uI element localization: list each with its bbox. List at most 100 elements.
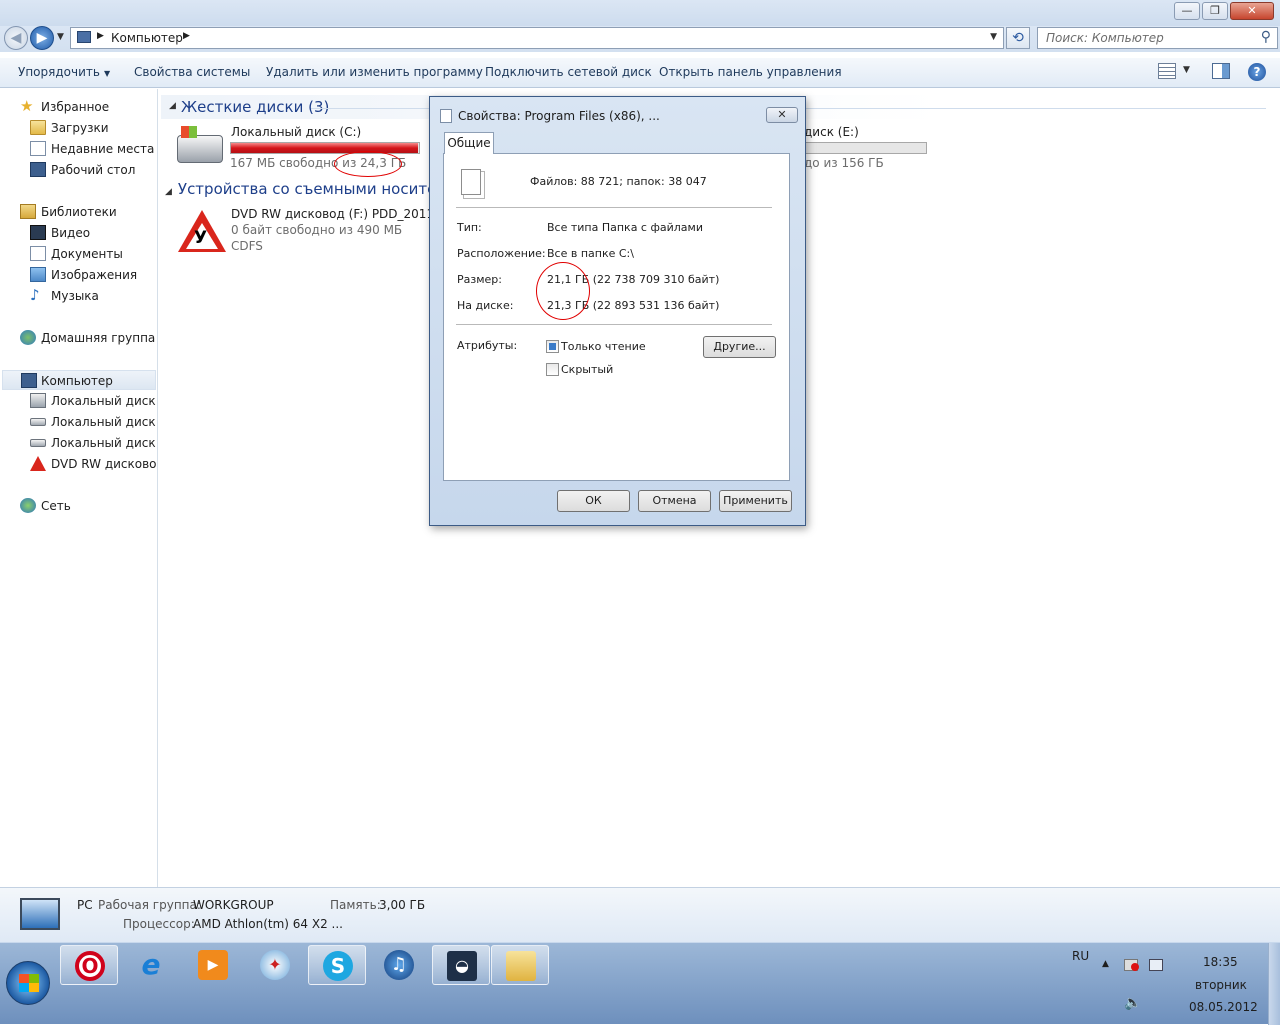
sidebar-item-dvd[interactable]: DVD RW дисковод ( <box>30 454 157 474</box>
clock-time[interactable]: 18:35 <box>1203 955 1238 969</box>
taskbar-app-media[interactable]: ▶ <box>184 945 242 985</box>
taskbar-app-skype[interactable]: S <box>308 945 366 985</box>
sidebar-item-desktop[interactable]: Рабочий стол <box>30 160 155 180</box>
network-status-icon[interactable] <box>1149 959 1163 971</box>
computer-name: PC <box>77 898 93 912</box>
maximize-button[interactable]: ❐ <box>1202 2 1228 20</box>
sidebar-item-label: Документы <box>51 247 123 261</box>
taskbar-app-ie[interactable]: e <box>122 945 180 985</box>
collapse-icon[interactable]: ◢ <box>169 101 176 111</box>
dvd-drive-name[interactable]: DVD RW дисковод (F:) PDD_2011 <box>231 207 434 221</box>
search-icon[interactable]: ⚲ <box>1261 29 1271 45</box>
workgroup-value: WORKGROUP <box>193 898 274 912</box>
dvd-free-space: 0 байт свободно из 490 МБ <box>231 223 403 237</box>
group-header-removable[interactable]: ◢ Устройства со съемными носителям <box>165 180 466 198</box>
help-icon[interactable]: ? <box>1248 63 1266 81</box>
hidden-checkbox[interactable] <box>546 363 559 376</box>
address-row: ◀ ▶ ▼ ▶ Компьютер ▶ ▼ ⟲ Поиск: Компьютер… <box>0 26 1280 52</box>
clock-date[interactable]: 08.05.2012 <box>1189 1000 1258 1014</box>
skype-icon: S <box>323 951 353 981</box>
sidebar-item-homegroup[interactable]: Домашняя группа <box>20 328 155 348</box>
dvd-icon-letter: У <box>194 228 208 248</box>
history-dropdown-icon[interactable]: ▼ <box>57 32 64 42</box>
sidebar-item-disk-d[interactable]: Локальный диск (D <box>30 412 157 432</box>
sidebar-item-computer[interactable]: Компьютер <box>2 370 156 390</box>
readonly-label[interactable]: Только чтение <box>561 340 646 353</box>
sidebar-item-video[interactable]: Видео <box>30 223 155 243</box>
refresh-button[interactable]: ⟲ <box>1006 27 1030 49</box>
minimize-button[interactable]: — <box>1174 2 1200 20</box>
taskbar-app-opera[interactable]: O <box>60 945 118 985</box>
preview-pane-icon[interactable] <box>1212 63 1230 79</box>
map-network-drive-button[interactable]: Подключить сетевой диск <box>485 65 652 79</box>
recent-places-icon <box>30 141 46 156</box>
uninstall-program-button[interactable]: Удалить или изменить программу <box>266 65 483 79</box>
sidebar-item-libraries[interactable]: Библиотеки <box>20 202 155 222</box>
video-icon <box>30 225 46 240</box>
chevron-down-icon[interactable]: ▼ <box>1183 65 1190 75</box>
drive-c-name[interactable]: Локальный диск (C:) <box>231 125 361 139</box>
sidebar-item-label: Локальный диск (C <box>51 394 157 408</box>
taskbar-app-safari[interactable]: ✦ <box>246 945 304 985</box>
sidebar-item-label: Компьютер <box>41 374 113 388</box>
chevron-down-icon[interactable]: ▼ <box>990 32 997 42</box>
taskbar-app-itunes[interactable]: ♫ <box>370 945 428 985</box>
sidebar-item-label: Локальный диск (D <box>51 415 157 429</box>
open-control-panel-button[interactable]: Открыть панель управления <box>659 65 842 79</box>
size-label: Размер: <box>457 273 502 286</box>
sidebar-item-network[interactable]: Сеть <box>20 496 155 516</box>
search-input[interactable]: Поиск: Компьютер ⚲ <box>1037 27 1278 49</box>
music-note-icon: ♪ <box>30 286 40 304</box>
breadcrumb[interactable]: Компьютер <box>111 31 183 45</box>
action-center-warning-icon[interactable] <box>1124 959 1139 971</box>
drive-e-name[interactable]: диск (E:) <box>804 125 859 139</box>
sidebar-item-label: Изображения <box>51 268 138 282</box>
chevron-right-icon[interactable]: ▶ <box>183 31 190 41</box>
dialog-close-button[interactable]: ✕ <box>766 107 798 123</box>
sidebar-item-documents[interactable]: Документы <box>30 244 155 264</box>
tab-general[interactable]: Общие <box>444 132 494 154</box>
sidebar-item-images[interactable]: Изображения <box>30 265 155 285</box>
organize-button[interactable]: Упорядочить ▼ <box>18 65 110 79</box>
collapse-icon[interactable]: ◢ <box>165 187 172 197</box>
ok-button[interactable]: ОК <box>557 490 630 512</box>
cancel-button[interactable]: Отмена <box>638 490 711 512</box>
sidebar-item-label: Избранное <box>41 100 110 114</box>
taskbar-app-generic[interactable]: ◒ <box>432 945 490 985</box>
sidebar-item-label: Локальный диск (E: <box>51 436 157 450</box>
readonly-checkbox[interactable] <box>546 340 559 353</box>
details-pane: PC Рабочая группа: WORKGROUP Память: 3,0… <box>0 887 1280 942</box>
sidebar-item-recent[interactable]: Недавние места <box>30 139 155 159</box>
address-bar[interactable]: ▶ Компьютер ▶ ▼ <box>70 27 1004 49</box>
forward-button[interactable]: ▶ <box>30 26 54 50</box>
explorer-folder-icon <box>506 951 536 981</box>
sidebar-item-music[interactable]: ♪ Музыка <box>30 286 155 306</box>
network-icon <box>20 498 36 513</box>
sidebar-item-downloads[interactable]: Загрузки <box>30 118 155 138</box>
internet-explorer-icon: e <box>141 948 161 981</box>
volume-icon[interactable]: 🔈 <box>1124 995 1141 1011</box>
chevron-right-icon[interactable]: ▶ <box>97 31 104 41</box>
system-drive-icon[interactable] <box>177 126 223 163</box>
start-button[interactable] <box>6 961 50 1005</box>
system-properties-button[interactable]: Свойства системы <box>134 65 250 79</box>
advanced-attributes-button[interactable]: Другие... <box>703 336 776 358</box>
navigation-pane: ★ Избранное Загрузки Недавние места Рабоч… <box>0 89 158 887</box>
sidebar-item-label: Домашняя группа <box>41 331 155 345</box>
sidebar-item-disk-c[interactable]: Локальный диск (C <box>30 391 157 411</box>
hidden-label[interactable]: Скрытый <box>561 363 613 376</box>
back-button[interactable]: ◀ <box>4 26 28 50</box>
apply-button[interactable]: Применить <box>719 490 792 512</box>
show-hidden-icons-icon[interactable]: ▲ <box>1102 959 1109 969</box>
language-indicator[interactable]: RU <box>1072 949 1089 963</box>
sidebar-item-disk-e[interactable]: Локальный диск (E: <box>30 433 157 453</box>
taskbar-app-explorer[interactable] <box>491 945 549 985</box>
clock-weekday[interactable]: вторник <box>1195 978 1247 992</box>
cpu-label: Процессор: <box>123 917 195 931</box>
cpu-value: AMD Athlon(tm) 64 X2 ... <box>193 917 343 931</box>
change-view-icon[interactable] <box>1158 63 1176 79</box>
type-label: Тип: <box>457 221 482 234</box>
show-desktop-button[interactable] <box>1268 943 1280 1025</box>
sidebar-item-favorites[interactable]: ★ Избранное <box>20 97 150 117</box>
close-button[interactable]: ✕ <box>1230 2 1274 20</box>
